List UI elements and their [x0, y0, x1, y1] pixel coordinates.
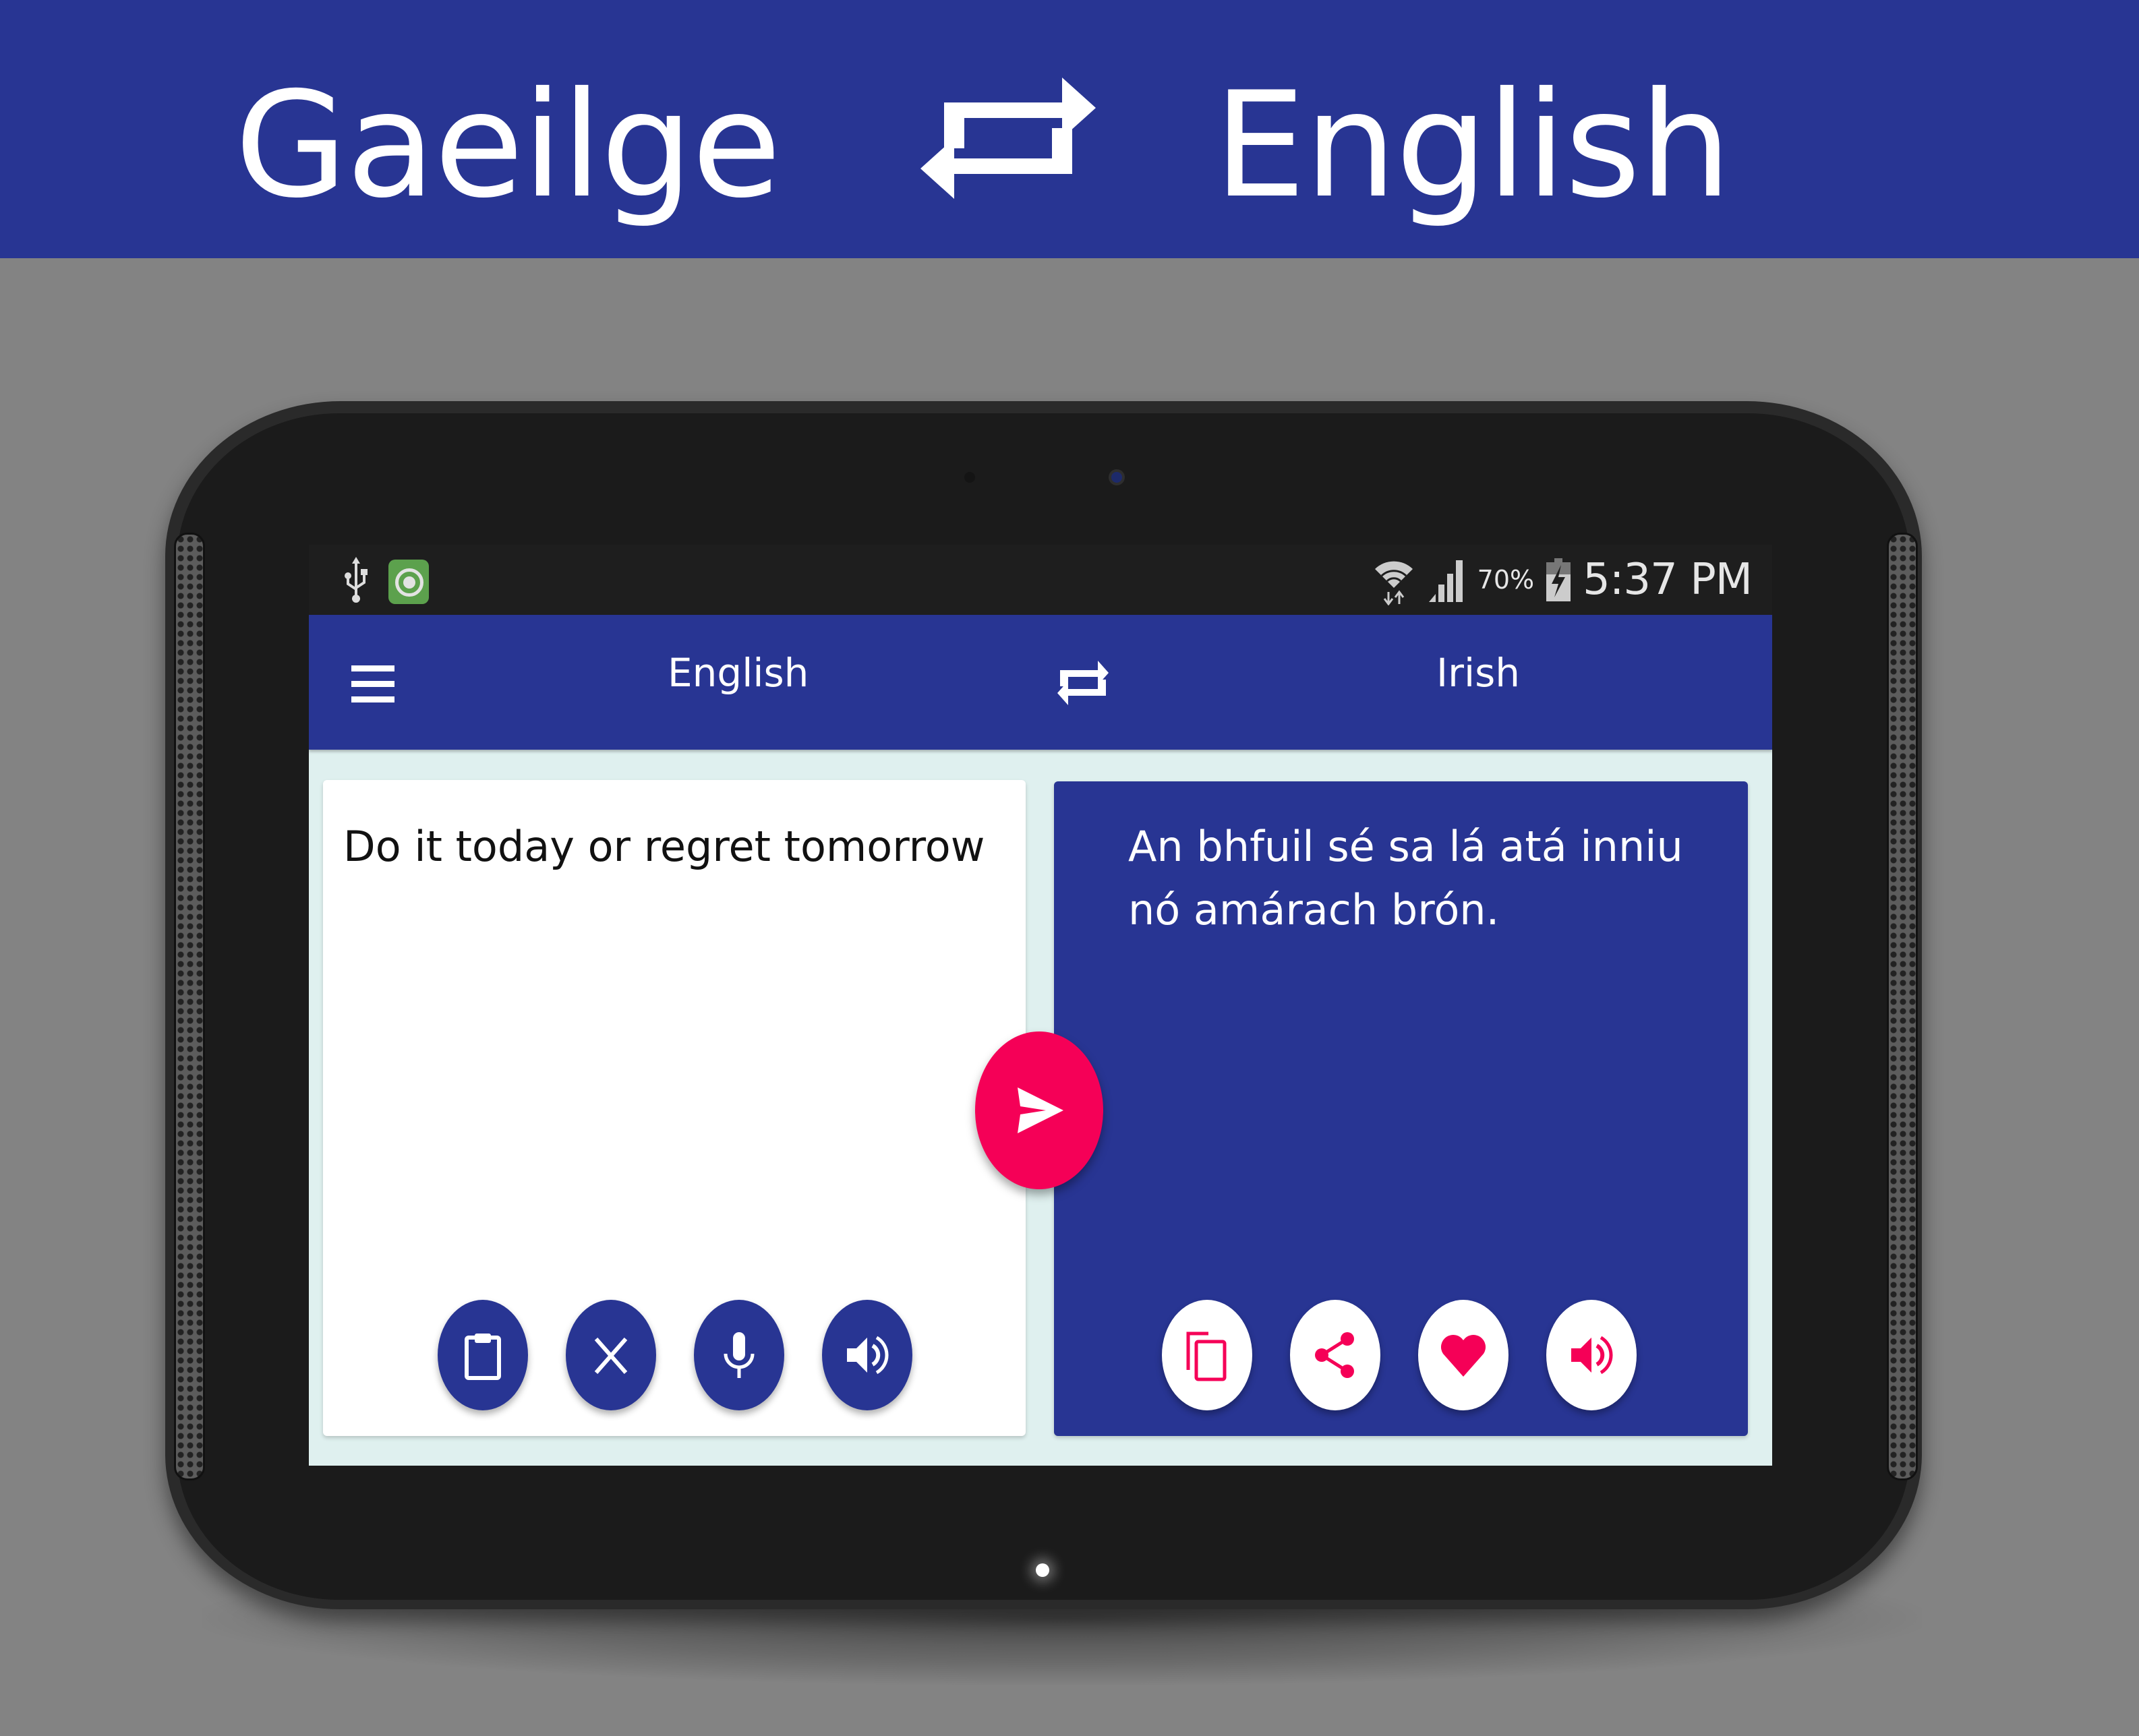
translate-button[interactable]: [975, 1031, 1103, 1189]
favorite-button[interactable]: [1418, 1300, 1508, 1410]
clear-button[interactable]: [566, 1300, 656, 1410]
promo-banner: Gaeilge English: [0, 0, 2139, 258]
wifi-icon: [1374, 561, 1413, 605]
close-icon: [594, 1338, 628, 1374]
translated-text: An bhfuil sé sa lá atá inniu nó amárach …: [1128, 822, 1683, 934]
send-icon: [1018, 1087, 1063, 1133]
share-button[interactable]: [1290, 1300, 1380, 1410]
swap-arrows-icon: [920, 78, 1096, 199]
speaker-icon: [1571, 1336, 1613, 1375]
source-text-card: Do it today or regret tomorrow: [323, 780, 1026, 1436]
usb-icon: [345, 557, 368, 603]
app-screen: 70% 5:37 PM English Irish Do it today or…: [309, 545, 1772, 1466]
microphone-icon: [724, 1332, 755, 1378]
signal-icon: [1428, 560, 1463, 602]
source-action-buttons: [438, 1300, 912, 1410]
source-language-selector[interactable]: English: [668, 650, 809, 696]
speak-translation-button[interactable]: [1546, 1300, 1637, 1410]
copy-button[interactable]: [1162, 1300, 1252, 1410]
copy-icon: [1186, 1331, 1227, 1381]
hamburger-menu-icon[interactable]: [343, 655, 397, 709]
voice-input-button[interactable]: [694, 1300, 784, 1410]
speak-source-button[interactable]: [822, 1300, 912, 1410]
battery-percent: 70%: [1477, 565, 1535, 595]
proximity-sensor: [964, 472, 975, 483]
banner-source-language: Gaeilge: [235, 61, 782, 230]
paste-button[interactable]: [438, 1300, 528, 1410]
front-camera-icon: [1109, 469, 1125, 485]
speaker-icon: [847, 1336, 889, 1375]
clock: 5:37 PM: [1583, 555, 1753, 605]
battery-charging-icon: [1546, 558, 1571, 601]
translation-action-buttons: [1162, 1300, 1637, 1410]
home-indicator-light: [1036, 1563, 1049, 1577]
speaker-grill-left: [174, 533, 205, 1480]
heart-icon: [1440, 1334, 1486, 1377]
target-language-selector[interactable]: Irish: [1436, 650, 1520, 696]
speaker-grill-right: [1887, 533, 1918, 1480]
banner-target-language: English: [1214, 61, 1732, 230]
swap-arrows-icon[interactable]: [1056, 654, 1110, 712]
status-bar: 70% 5:37 PM: [309, 545, 1772, 615]
share-icon: [1315, 1332, 1354, 1378]
translation-card: An bhfuil sé sa lá atá inniu nó amárach …: [1054, 781, 1748, 1436]
app-toolbar: English Irish: [309, 615, 1772, 750]
clipboard-icon: [465, 1334, 501, 1380]
source-text-input[interactable]: Do it today or regret tomorrow: [343, 815, 999, 878]
app-notification-icon: [388, 560, 429, 604]
status-bar-right: 70% 5:37 PM: [1372, 545, 1753, 615]
